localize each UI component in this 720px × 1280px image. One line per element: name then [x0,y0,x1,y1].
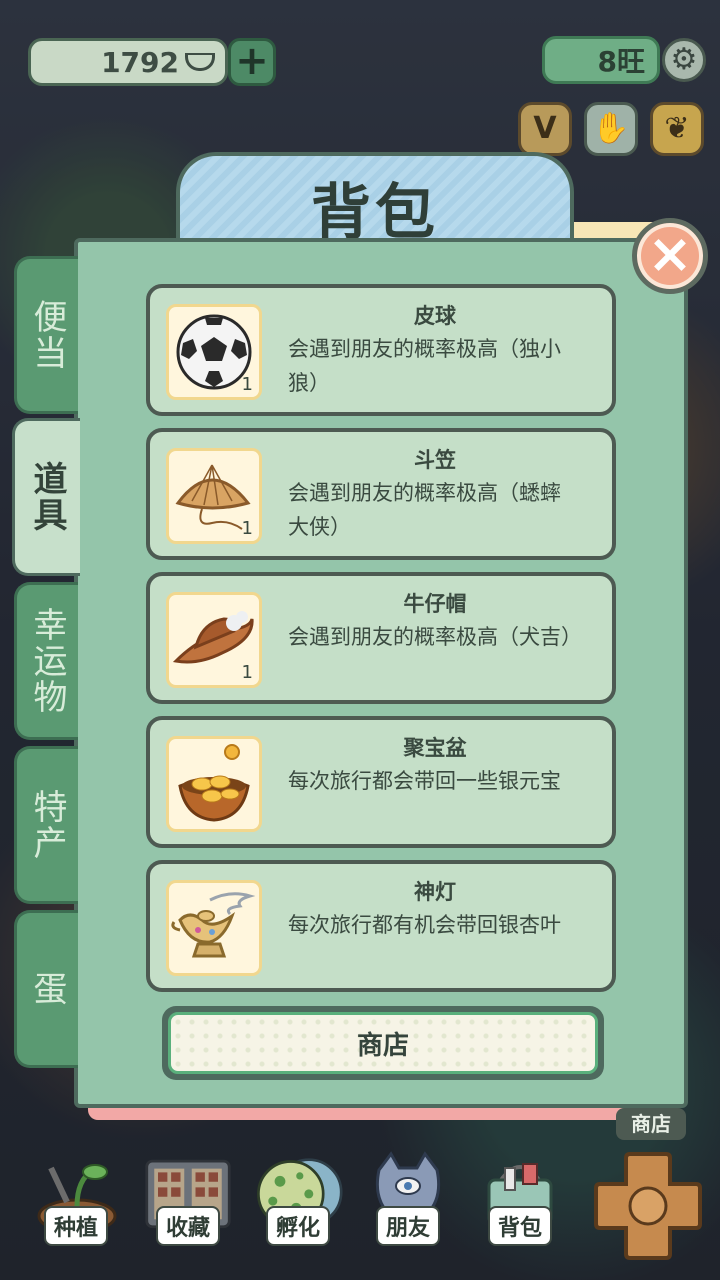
nav-planting[interactable]: 种植 [24,1150,128,1260]
item-name: 神灯 [414,880,456,904]
hand-icon[interactable]: ✋ [584,102,638,156]
item-thumbnail: 1 [166,448,262,544]
item-description: 每次旅行都有机会带回银杏叶 [288,913,561,937]
tab-eggs[interactable]: 蛋 [14,910,78,1068]
tab-props[interactable]: 道具 [12,418,80,576]
item-thumbnail: 1 [166,304,262,400]
nav-label: 种植 [43,1206,108,1246]
add-currency-button[interactable]: + [228,38,276,86]
close-button[interactable]: × [632,218,708,294]
nav-label: 朋友 [375,1206,440,1246]
ginkgo-leaf-icon[interactable]: ❦ [650,102,704,156]
wang-counter: 8旺 [542,36,660,84]
item-name: 斗笠 [414,448,456,472]
tab-label: 道具 [27,461,67,533]
item-count: 1 [241,374,253,395]
tab-label: 特产 [27,789,67,861]
item-thumbnail: 1 [166,592,262,688]
item-description: 会遇到朋友的概率极高（犬吉） [288,625,582,649]
shop-button[interactable]: 商店 [162,1006,604,1080]
tab-label: 蛋 [27,971,67,1007]
list-item[interactable]: 1 斗笠 会遇到朋友的概率极高（蟋蟀大侠） [146,428,616,560]
tab-specialties[interactable]: 特产 [14,746,78,904]
silver-ingot-counter: 1792 [28,38,228,86]
nav-backpack[interactable]: 背包 [468,1150,572,1260]
nav-friends[interactable]: 朋友 [356,1150,460,1260]
tab-label: 便当 [27,299,67,371]
item-count: 1 [241,518,253,539]
item-name: 牛仔帽 [403,592,467,616]
item-description: 会遇到朋友的概率极高（独小狼） [288,337,561,395]
list-item[interactable]: 神灯 每次旅行都有机会带回银杏叶 [146,860,616,992]
v-badge-icon[interactable]: V [518,102,572,156]
nav-hatch[interactable]: 孵化 [246,1150,350,1260]
list-item[interactable]: 聚宝盆 每次旅行都会带回一些银元宝 [146,716,616,848]
nav-label: 孵化 [265,1206,330,1246]
gear-icon[interactable]: ⚙ [662,38,706,82]
close-icon: × [647,222,693,285]
list-item[interactable]: 1 皮球 会遇到朋友的概率极高（独小狼） [146,284,616,416]
dpad-control[interactable] [592,1150,704,1262]
tab-label: 幸运物 [27,607,67,715]
item-description: 会遇到朋友的概率极高（蟋蟀大侠） [288,481,561,539]
item-count: 1 [241,662,253,683]
list-item[interactable]: 1 牛仔帽 会遇到朋友的概率极高（犬吉） [146,572,616,704]
dpad-icon [594,1152,702,1260]
nav-label: 收藏 [155,1206,220,1246]
nav-label: 背包 [487,1206,552,1246]
nav-collection[interactable]: 收藏 [136,1150,240,1260]
item-thumbnail [166,880,262,976]
shop-button-label: 商店 [168,1012,598,1074]
magic-lamp-icon [171,892,256,958]
panel-title-tab: 背包 [176,152,574,252]
treasure-bowl-icon [178,744,250,822]
item-description: 每次旅行都会带回一些银元宝 [288,769,561,793]
currency-value: 1792 [101,45,179,79]
tab-bento[interactable]: 便当 [14,256,78,414]
item-name: 皮球 [414,304,456,328]
item-thumbnail [166,736,262,832]
shop-corner-label[interactable]: 商店 [616,1108,686,1140]
tab-lucky-items[interactable]: 幸运物 [14,582,78,740]
silver-ingot-icon [185,53,215,71]
item-name: 聚宝盆 [403,736,467,760]
